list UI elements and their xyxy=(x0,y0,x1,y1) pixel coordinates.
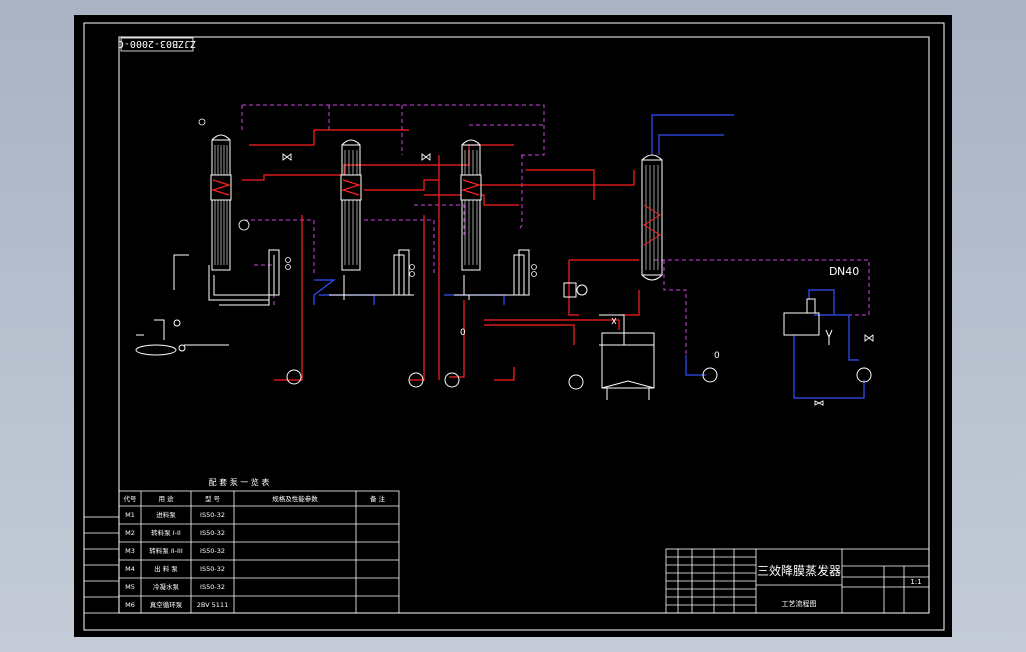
evaporator-1 xyxy=(210,134,280,296)
process-flow-drawing: ZJZB03-2000-C D N40 0 0 配 套 泵 一 览 表 代号 用… xyxy=(83,22,945,631)
pump-m4 xyxy=(568,374,584,390)
drawing-number-box: ZJZB03-2000-C xyxy=(118,37,196,52)
table-cell: 转料泵 I-II xyxy=(151,528,181,537)
table-cell: M4 xyxy=(125,565,135,573)
cooling-lines xyxy=(313,114,865,399)
table-cell: M5 xyxy=(125,583,135,591)
pump-mark: 0 xyxy=(714,351,720,361)
pump-m6 xyxy=(856,367,872,383)
table-cell: M2 xyxy=(125,529,135,537)
product-tank xyxy=(601,332,655,400)
table-cell: IS50-32 xyxy=(200,529,225,537)
table-cell: IS50-32 xyxy=(200,511,225,519)
vacuum-lines xyxy=(241,104,870,376)
table-cell: IS50-32 xyxy=(200,565,225,573)
table-cell: IS50-32 xyxy=(200,583,225,591)
evaporator-3 xyxy=(460,139,530,296)
table-cell: M3 xyxy=(125,547,135,555)
table-header-cell: 用 途 xyxy=(158,494,174,503)
evaporator-2 xyxy=(340,139,410,296)
table-cell: IS50-32 xyxy=(200,547,225,555)
table-cell: 真空循环泵 xyxy=(150,600,183,609)
table-cell: M6 xyxy=(125,601,135,609)
drawing-number: ZJZB03-2000-C xyxy=(118,38,196,49)
table-cell: 进料泵 xyxy=(156,510,176,519)
valve-mark: 0 xyxy=(460,328,466,338)
table-cell: 冷凝水泵 xyxy=(153,582,180,591)
drawing-title: 三效降膜蒸发器 xyxy=(757,563,841,578)
dn-value: N40 xyxy=(837,265,859,278)
feed-preheater xyxy=(135,319,186,356)
table-cell: 出 料 泵 xyxy=(154,564,178,573)
table-cell: M1 xyxy=(125,511,135,519)
vacuum-unit xyxy=(783,298,833,345)
table-cell: 2BV 5111 xyxy=(197,601,228,609)
condenser xyxy=(641,154,663,281)
table-header-cell: 规格及性能参数 xyxy=(272,494,318,503)
table-header-cell: 备 注 xyxy=(370,494,386,503)
pump-m3 xyxy=(444,372,460,388)
valves xyxy=(282,153,874,406)
table-caption: 配 套 泵 一 览 表 xyxy=(209,477,270,487)
table-cell: 转料泵 II-III xyxy=(149,546,183,555)
left-strip xyxy=(83,516,120,614)
pump-m1 xyxy=(286,369,302,385)
table-header-cell: 代号 xyxy=(124,494,138,503)
steam-lines xyxy=(242,129,640,381)
drawing-viewport[interactable]: ZJZB03-2000-C D N40 0 0 配 套 泵 一 览 表 代号 用… xyxy=(74,15,952,637)
drawing-scale: 1:1 xyxy=(910,578,921,586)
instrument-tags xyxy=(198,118,537,277)
outer-frame xyxy=(83,22,945,631)
pumps xyxy=(286,367,872,390)
equipment-table: 配 套 泵 一 览 表 代号 用 途 型 号 规格及性能参数 备 注 M1 进料泵 IS50-… xyxy=(118,477,400,614)
table-header-cell: 型 号 xyxy=(205,494,221,503)
vacuum-gauge xyxy=(563,282,588,298)
title-block: 三效降膜蒸发器 工艺流程图 1:1 xyxy=(665,548,930,614)
drawing-subtitle: 工艺流程图 xyxy=(782,599,817,608)
